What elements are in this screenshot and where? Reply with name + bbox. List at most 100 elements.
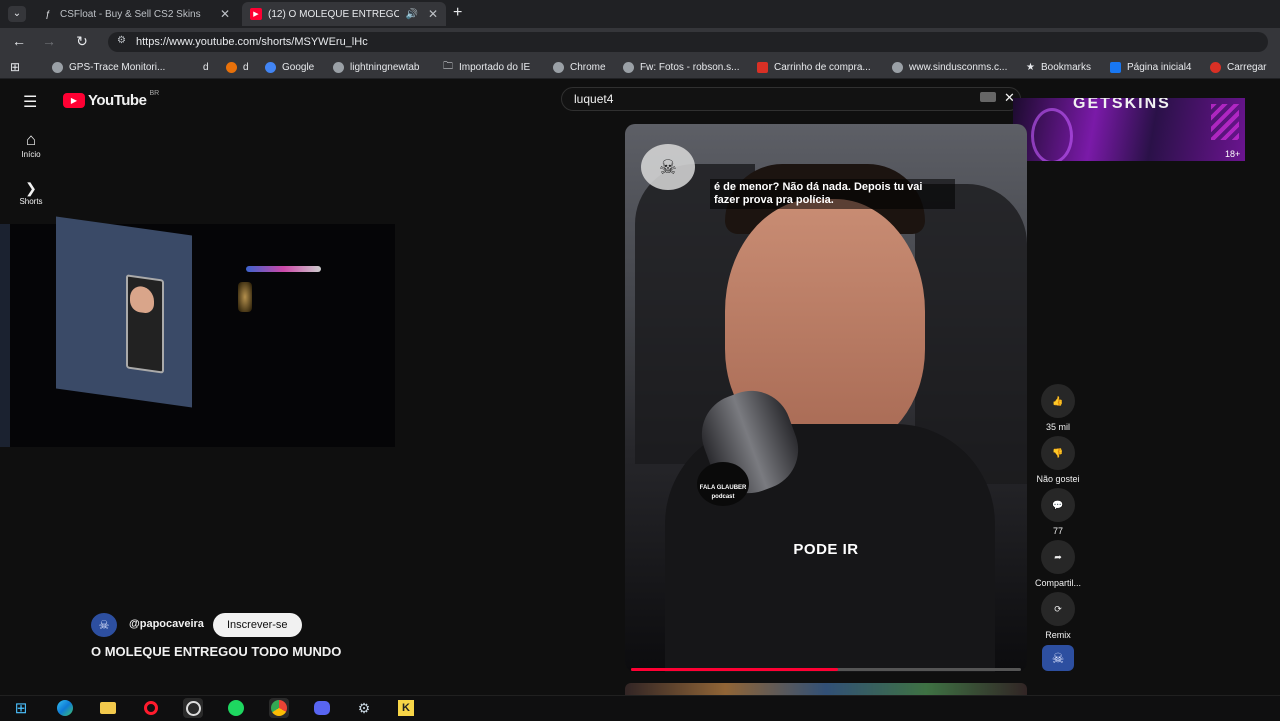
folder-icon: 🗀 bbox=[443, 60, 453, 72]
url-text: https://www.youtube.com/shorts/MSYWEru_l… bbox=[136, 36, 368, 48]
globe-icon bbox=[892, 61, 903, 73]
youtube-play-icon: ▶ bbox=[63, 93, 85, 108]
short-title: O MOLEQUE ENTREGOU TODO MUNDO bbox=[91, 644, 342, 659]
bookmark-label: GPS-Trace Monitori... bbox=[69, 61, 166, 73]
menu-icon[interactable]: ☰ bbox=[23, 92, 37, 112]
video-subtitle: é de menor? Não dá nada. Depois tu vai f… bbox=[710, 179, 955, 209]
tab-title: CSFloat - Buy & Sell CS2 Skins bbox=[60, 8, 201, 20]
age-badge: 18+ bbox=[1225, 149, 1241, 159]
bookmark-carregar[interactable]: Carregar bbox=[1210, 56, 1266, 78]
windows-start-icon[interactable]: ⊞ bbox=[11, 698, 31, 718]
bookmark-label: Fw: Fotos - robson.s... bbox=[640, 61, 740, 73]
bookmark-label: d bbox=[203, 61, 209, 73]
remix-icon: ⟳ bbox=[1041, 592, 1075, 626]
bookmark-label: Google bbox=[282, 61, 315, 73]
bookmark-label: www.sindusconms.c... bbox=[909, 61, 1008, 73]
like-icon: 👍 bbox=[1041, 384, 1075, 418]
bookmark-d2[interactable]: d bbox=[226, 56, 249, 78]
bookmark-d1[interactable]: d bbox=[203, 56, 209, 78]
search-input[interactable]: luquet4 ✕ bbox=[561, 87, 1021, 111]
remix-label: Remix bbox=[1045, 630, 1071, 640]
ad-decoration bbox=[1211, 104, 1239, 140]
shorts-icon: ❯ bbox=[25, 180, 37, 196]
reload-button[interactable]: ↻ bbox=[73, 33, 91, 50]
dislike-label: Não gostei bbox=[1036, 474, 1080, 484]
webcam-edge bbox=[0, 224, 10, 447]
remix-button[interactable]: ⟳ Remix bbox=[1030, 592, 1086, 640]
webcam-monitor bbox=[56, 216, 192, 408]
spotify-icon[interactable] bbox=[226, 698, 246, 718]
discord-icon[interactable] bbox=[312, 698, 332, 718]
region-code: BR bbox=[149, 90, 160, 97]
ad-decoration bbox=[1031, 108, 1073, 161]
bookmark-sinduscon[interactable]: www.sindusconms.c... bbox=[892, 56, 1007, 78]
skull-logo-icon: ☠ bbox=[641, 144, 695, 190]
bookmark-label: Chrome bbox=[570, 61, 606, 73]
bookmark-fotos[interactable]: Fw: Fotos - robson.s... bbox=[623, 56, 739, 78]
next-video-peek[interactable] bbox=[625, 683, 1027, 695]
apps-grid-icon[interactable]: ⊞ bbox=[10, 56, 20, 78]
progress-track[interactable] bbox=[631, 668, 1021, 671]
bookmark-icon bbox=[757, 61, 768, 73]
channel-handle[interactable]: @papocaveira bbox=[129, 618, 204, 630]
bookmark-google[interactable]: Google bbox=[265, 56, 314, 78]
comments-button[interactable]: 💬 77 bbox=[1030, 488, 1086, 536]
address-bar[interactable]: ⚙ https://www.youtube.com/shorts/MSYWEru… bbox=[108, 32, 1268, 52]
rail-item-shorts[interactable]: ❯ Shorts bbox=[12, 180, 50, 206]
new-tab-button[interactable]: + bbox=[453, 4, 462, 22]
bookmark-label: lightningnewtab bbox=[350, 61, 420, 73]
file-explorer-icon[interactable] bbox=[98, 698, 118, 718]
keyboard-icon[interactable] bbox=[980, 92, 996, 102]
bookmark-lightning[interactable]: lightningnewtab bbox=[333, 56, 420, 78]
google-icon bbox=[623, 61, 634, 73]
bookmark-gps[interactable]: GPS-Trace Monitori... bbox=[52, 56, 165, 78]
ad-banner[interactable]: GETSKINS 18+ bbox=[1013, 98, 1245, 161]
bookmark-carrinho[interactable]: Carrinho de compra... bbox=[757, 56, 871, 78]
share-button[interactable]: ➦ Compartil... bbox=[1030, 540, 1086, 588]
share-icon: ➦ bbox=[1041, 540, 1075, 574]
forward-button[interactable]: → bbox=[40, 33, 58, 49]
facebook-icon bbox=[1110, 61, 1121, 73]
star-icon: ★ bbox=[1026, 61, 1035, 73]
bookmark-chrome[interactable]: Chrome bbox=[553, 56, 606, 78]
tab-search-button[interactable]: ⌄ bbox=[8, 6, 26, 22]
rail-item-home[interactable]: ⌂ Início bbox=[12, 130, 50, 159]
back-button[interactable]: ← bbox=[10, 33, 28, 49]
close-icon[interactable]: ✕ bbox=[428, 7, 438, 21]
bookmark-bookmarks[interactable]: ★ Bookmarks bbox=[1026, 56, 1091, 78]
audio-playing-icon[interactable]: 🔊 bbox=[405, 9, 417, 20]
youtube-logo[interactable]: ▶ YouTube BR bbox=[63, 90, 160, 109]
dislike-button[interactable]: 👎 Não gostei bbox=[1030, 436, 1086, 484]
bookmark-folder-ie[interactable]: 🗀 Importado do IE bbox=[443, 56, 530, 78]
tab-title: (12) O MOLEQUE ENTREGO bbox=[268, 8, 400, 20]
dislike-icon: 👎 bbox=[1041, 436, 1075, 470]
obs-icon[interactable] bbox=[183, 698, 203, 718]
edge-icon[interactable] bbox=[55, 698, 75, 718]
comment-icon: 💬 bbox=[1041, 488, 1075, 522]
csfloat-favicon-icon: ƒ bbox=[45, 9, 51, 19]
globe-icon bbox=[52, 61, 63, 73]
logo-text: YouTube bbox=[88, 92, 147, 109]
close-icon[interactable]: ✕ bbox=[220, 7, 230, 21]
avatar[interactable]: ☠ bbox=[91, 613, 117, 637]
like-button[interactable]: 👍 35 mil bbox=[1030, 384, 1086, 432]
app-icon[interactable]: K bbox=[396, 698, 416, 718]
subscribe-button[interactable]: Inscrever-se bbox=[213, 613, 302, 637]
channel-avatar-icon[interactable]: ☠ bbox=[1042, 645, 1074, 671]
bookmarks-bar: ⊞ GPS-Trace Monitori... d d Google light… bbox=[0, 56, 1280, 79]
ad-text: GETSKINS bbox=[1073, 98, 1171, 112]
chrome-icon[interactable] bbox=[269, 698, 289, 718]
bookmark-label: Página inicial4 bbox=[1127, 61, 1192, 73]
bookmark-label: Carrinho de compra... bbox=[774, 61, 871, 73]
tab-youtube[interactable]: ▶ (12) O MOLEQUE ENTREGO 🔊 ✕ bbox=[242, 2, 446, 26]
tab-csfloat[interactable]: ƒ CSFloat - Buy & Sell CS2 Skins ✕ bbox=[34, 2, 238, 26]
opera-icon[interactable] bbox=[141, 698, 161, 718]
steam-icon[interactable]: ⚙ bbox=[354, 698, 374, 718]
google-icon bbox=[265, 61, 276, 73]
tab-strip: ⌄ ƒ CSFloat - Buy & Sell CS2 Skins ✕ ▶ (… bbox=[0, 0, 1280, 28]
share-label: Compartil... bbox=[1034, 578, 1081, 588]
mic-label: FALA GLAUBER podcast bbox=[697, 462, 749, 506]
site-info-icon[interactable]: ⚙ bbox=[117, 35, 126, 46]
bookmark-facebook[interactable]: Página inicial4 bbox=[1110, 56, 1192, 78]
bookmark-label: Importado do IE bbox=[459, 61, 531, 73]
